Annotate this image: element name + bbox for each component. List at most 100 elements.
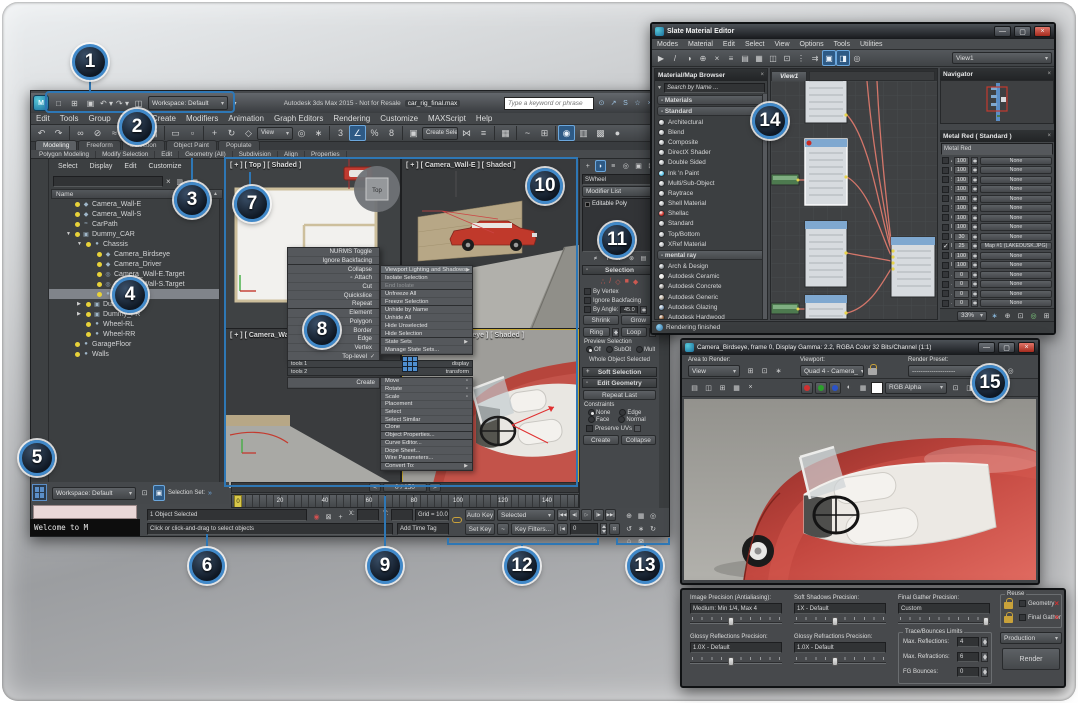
map-enable-checkbox[interactable] — [942, 224, 949, 231]
browser-item[interactable]: Arch & Design — [655, 261, 767, 271]
background-color-swatch[interactable] — [871, 382, 883, 394]
rfw-minimize-button[interactable]: — — [978, 342, 995, 353]
sep[interactable] — [329, 126, 330, 140]
tree-row-wheel-rr[interactable]: ● Wheel-RR — [49, 329, 225, 339]
ribbon-panel-button[interactable]: Modify Selection — [96, 151, 155, 158]
redo-scene-icon[interactable]: ↷ — [50, 125, 67, 141]
constraint-normal-radio[interactable]: Normal — [616, 416, 647, 423]
rfw-title-bar[interactable]: Camera_Birdseye, frame 0, Display Gamma:… — [682, 340, 1038, 355]
schematic-view-icon[interactable]: ⊞ — [536, 125, 553, 141]
menu-item[interactable]: Tools — [55, 114, 84, 123]
show-background-icon[interactable]: ◫ — [766, 50, 780, 66]
remove-modifier-icon[interactable]: ⊗ — [627, 254, 636, 263]
infocenter-search-input[interactable] — [504, 97, 594, 110]
map-enable-checkbox[interactable] — [942, 290, 949, 297]
layer-manager-icon[interactable]: ▦ — [497, 125, 514, 141]
x-field[interactable] — [357, 509, 379, 521]
menu-item[interactable]: Modifiers — [181, 114, 223, 123]
scene-explorer-search-input[interactable] — [53, 176, 163, 187]
ignore-backfacing-checkbox[interactable]: Ignore Backfacing — [580, 296, 659, 305]
preserve-uvs-checkbox[interactable]: Preserve UVs — [580, 423, 659, 434]
map-enable-checkbox[interactable] — [942, 252, 949, 259]
menu-item[interactable]: Animation — [223, 114, 269, 123]
max-reflections-field[interactable]: 4 — [957, 637, 979, 647]
browser-item[interactable]: Shellac — [655, 209, 767, 219]
snaps-toggle-icon[interactable]: 3 — [332, 125, 349, 141]
clear-image-icon[interactable]: × — [744, 381, 757, 394]
play-icon[interactable]: ▷ — [581, 509, 592, 521]
map-button[interactable]: None — [980, 223, 1052, 231]
y-field[interactable] — [391, 509, 413, 521]
show-grid-icon[interactable]: ▣ — [822, 50, 836, 66]
map-enable-checkbox[interactable] — [942, 243, 949, 250]
edge-subobject-icon[interactable]: / — [609, 278, 611, 285]
select-and-scale-icon[interactable]: ◇ — [240, 125, 257, 141]
preview-multi-radio[interactable]: Multi — [634, 346, 655, 353]
parameter-amount[interactable]: 100 — [954, 214, 969, 222]
zoom-extents-icon[interactable]: ◎ — [647, 509, 659, 522]
browser-group-materials[interactable]: - Materials — [657, 95, 765, 105]
params-close-icon[interactable]: × — [1047, 133, 1051, 139]
visibility-bulb-icon[interactable] — [75, 222, 80, 227]
pick-material-icon[interactable]: / — [668, 50, 682, 66]
visibility-bulb-icon[interactable] — [86, 322, 91, 327]
visibility-bulb-icon[interactable] — [86, 302, 91, 307]
map-enable-checkbox[interactable] — [942, 186, 949, 193]
material-preview-icon[interactable]: ◨ — [836, 50, 850, 66]
pan-icon[interactable]: ∗ — [635, 522, 647, 535]
render-mode-dropdown[interactable]: Production — [1000, 632, 1062, 644]
polygon-subobject-icon[interactable]: ■ — [625, 278, 629, 285]
menu-item[interactable]: MAXScript — [423, 114, 471, 123]
fg-bounces-field[interactable]: 0 — [957, 667, 979, 677]
parameter-amount[interactable]: 100 — [954, 261, 969, 269]
map-button[interactable]: None — [980, 176, 1052, 184]
browser-item[interactable]: Composite — [655, 137, 767, 147]
browser-item[interactable]: XRef Material — [655, 239, 767, 249]
copy-image-icon[interactable]: ◫ — [702, 381, 715, 394]
configure-modifier-sets-icon[interactable]: ▤ — [639, 254, 648, 263]
max-refractions-field[interactable]: 6 — [957, 652, 979, 662]
timeline-ruler[interactable]: 0 20406080100120140 — [231, 494, 579, 508]
spinner-snap-icon[interactable]: 8 — [383, 125, 400, 141]
communication-center-icon[interactable]: ↗ — [608, 95, 619, 111]
layer-icon[interactable]: ⊡ — [949, 381, 962, 394]
motion-tab[interactable]: ◎ — [620, 160, 632, 172]
area-to-render-dropdown[interactable]: View — [688, 365, 740, 377]
red-channel-button[interactable] — [801, 382, 813, 394]
parameter-amount[interactable]: 100 — [954, 157, 969, 165]
slate-view-dropdown[interactable]: View1 — [952, 52, 1052, 64]
slate-menu-item[interactable]: Material — [683, 41, 718, 48]
tree-row-walls[interactable]: ● Walls — [49, 349, 225, 359]
tree-expander-icon[interactable]: ▶ — [77, 301, 84, 307]
clear-final-gather-icon[interactable]: × — [1054, 613, 1059, 622]
blue-channel-button[interactable] — [829, 382, 841, 394]
slate-title-bar[interactable]: Slate Material Editor — ▢ × — [652, 24, 1054, 39]
parameter-amount[interactable]: 100 — [954, 204, 969, 212]
visibility-bulb-icon[interactable] — [75, 212, 80, 217]
slate-close-button[interactable]: × — [1034, 26, 1051, 37]
parameter-editor-header[interactable]: Metal Red ( Standard )× — [940, 130, 1054, 142]
menu-item[interactable]: Group — [83, 114, 115, 123]
menu-item[interactable]: Edit — [31, 114, 55, 123]
preview-off-radio[interactable]: Off — [584, 346, 601, 353]
constraint-face-radio[interactable]: Face — [586, 416, 611, 423]
browser-item[interactable]: Autodesk Hardwood — [655, 312, 767, 319]
scene-explorer-menu-item[interactable]: Edit — [119, 163, 141, 170]
map-enable-checkbox[interactable] — [942, 195, 949, 202]
visibility-bulb-icon[interactable] — [86, 312, 91, 317]
map-button[interactable]: None — [980, 290, 1052, 298]
tree-row-dummy-car[interactable]: ▼ ▣ Dummy_CAR — [49, 229, 225, 239]
browser-item[interactable]: Raytrace — [655, 188, 767, 198]
tree-expander-icon[interactable]: ▶ — [77, 311, 84, 317]
clear-geometry-icon[interactable]: × — [1054, 599, 1059, 608]
visibility-bulb-icon[interactable] — [75, 342, 80, 347]
image-precision-slider[interactable] — [690, 616, 782, 626]
browser-item[interactable]: Ink 'n Paint — [655, 168, 767, 178]
tree-expander-icon[interactable]: ▼ — [77, 241, 84, 247]
map-button[interactable]: None — [980, 280, 1052, 288]
browser-header[interactable]: Material/Map Browser× — [655, 69, 767, 81]
sep[interactable] — [555, 126, 556, 140]
assign-material-icon[interactable]: ⊕ — [696, 50, 710, 66]
channel-display-dropdown[interactable]: RGB Alpha — [885, 382, 947, 394]
delete-selected-icon[interactable]: × — [710, 50, 724, 66]
